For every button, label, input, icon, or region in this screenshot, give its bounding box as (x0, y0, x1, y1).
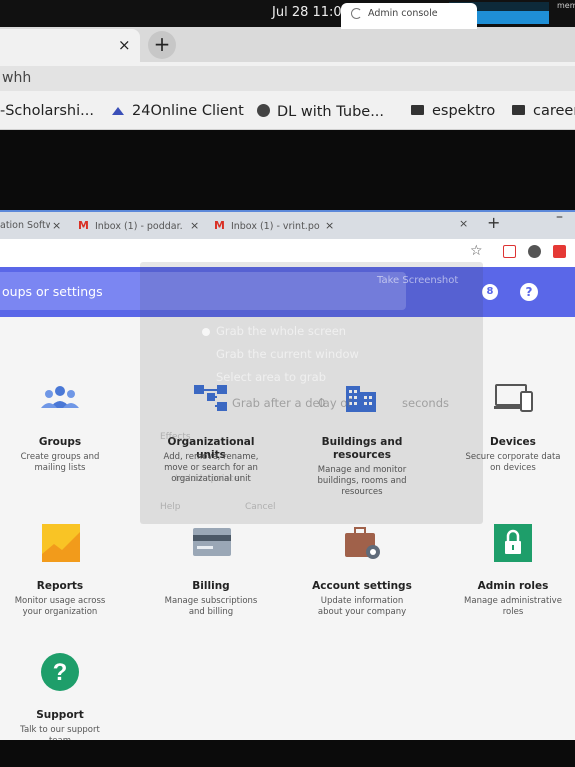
option-whole-screen[interactable]: Grab the whole screen (216, 324, 346, 338)
option-current-window[interactable]: Grab the current window (216, 347, 359, 361)
folder-icon (512, 105, 525, 115)
reports-title[interactable]: Reports (10, 580, 110, 593)
close-icon[interactable]: × (118, 36, 131, 54)
admin-roles-icon[interactable] (494, 524, 532, 562)
effects-label: Effects (160, 432, 191, 442)
new-tab-button[interactable]: + (487, 213, 500, 232)
billing-icon[interactable] (193, 528, 231, 556)
account-settings-title[interactable]: Account settings (312, 580, 412, 593)
bookmarks-bar: -Scholarshi... 24Online Client DL with T… (0, 94, 575, 130)
notification-badge-icon[interactable]: 8 (482, 284, 498, 300)
close-icon[interactable]: × (190, 215, 199, 237)
support-desc: Talk to our support team (20, 725, 100, 740)
globe-icon (257, 104, 270, 117)
tab-inbox-poddar[interactable]: M Inbox (1) - poddar.v (78, 215, 182, 241)
bookmark-espektro[interactable]: espektro (411, 103, 495, 119)
account-settings-icon[interactable] (345, 527, 383, 561)
help-icon[interactable]: ? (520, 283, 538, 301)
bookmark-dl-tube[interactable]: DL with Tube... (257, 103, 384, 120)
outer-address-bar: whh (0, 62, 575, 94)
delay-value[interactable]: 0 (318, 396, 325, 410)
radio-whole-screen[interactable] (202, 328, 210, 336)
dialog-cancel-button[interactable]: Cancel (245, 502, 276, 512)
mem-label: mem (557, 1, 575, 10)
reports-desc: Monitor usage across your organization (14, 596, 106, 617)
close-icon[interactable]: × (52, 215, 61, 237)
billing-title[interactable]: Billing (160, 580, 262, 593)
close-icon[interactable]: × (325, 215, 334, 237)
extension-grid-icon[interactable] (553, 245, 566, 258)
tab-inbox-vrint[interactable]: M Inbox (1) - vrint.pod (214, 215, 320, 241)
devices-icon[interactable] (494, 383, 534, 413)
groups-title[interactable]: Groups (10, 436, 110, 449)
billing-desc: Manage subscriptions and billing (164, 596, 258, 617)
close-icon[interactable]: × (459, 213, 468, 235)
support-icon[interactable]: ? (41, 653, 79, 691)
video-letterbox (0, 130, 575, 210)
option-select-area[interactable]: Select area to grab (216, 370, 326, 384)
outer-tab-strip: × + (0, 27, 575, 62)
screenshot-dialog-overlay (140, 262, 483, 524)
include-pointer-checkbox[interactable]: Include pointer (175, 474, 243, 484)
gmail-icon: M (78, 219, 89, 232)
tab-admin-console-label: Admin console (368, 8, 438, 19)
bookmark-24online[interactable]: 24Online Client (112, 103, 244, 119)
outer-active-tab[interactable]: × (0, 29, 140, 62)
address-input[interactable]: whh (0, 66, 575, 91)
system-clock[interactable]: Jul 28 11:00 (272, 5, 350, 20)
extension-circle-icon[interactable] (528, 245, 541, 258)
groups-desc: Create groups and mailing lists (20, 452, 100, 473)
extension-shield-icon[interactable] (503, 245, 516, 258)
admin-roles-title[interactable]: Admin roles (463, 580, 563, 593)
loading-spinner-icon (351, 8, 362, 19)
delay-label: Grab after a delay of (232, 396, 352, 410)
account-settings-desc: Update information about your company (317, 596, 407, 617)
admin-roles-desc: Manage administrative roles (464, 596, 562, 617)
system-top-bar: Jul 28 11:00 cpu mem (0, 0, 575, 27)
dialog-help-button[interactable]: Help (160, 502, 181, 512)
support-title[interactable]: Support (10, 709, 110, 722)
delay-unit: seconds (402, 396, 450, 410)
bookmark-career[interactable]: career (512, 103, 575, 119)
search-placeholder: oups or settings (2, 284, 103, 299)
folder-icon (411, 105, 424, 115)
new-tab-button[interactable]: + (148, 31, 176, 59)
triangle-icon (112, 107, 124, 115)
svg-text:?: ? (53, 659, 68, 686)
bookmark-scholarship[interactable]: -Scholarshi... (0, 103, 94, 119)
groups-icon[interactable] (40, 384, 80, 412)
gmail-icon: M (214, 219, 225, 232)
bookmark-star-icon[interactable]: ☆ (470, 243, 483, 259)
dialog-take-screenshot-header: Take Screenshot (377, 275, 459, 286)
minimize-button[interactable]: – (556, 209, 563, 225)
reports-icon[interactable] (42, 524, 80, 562)
tab-software[interactable]: ation Softw (0, 215, 50, 241)
video-letterbox-bottom (0, 740, 575, 767)
